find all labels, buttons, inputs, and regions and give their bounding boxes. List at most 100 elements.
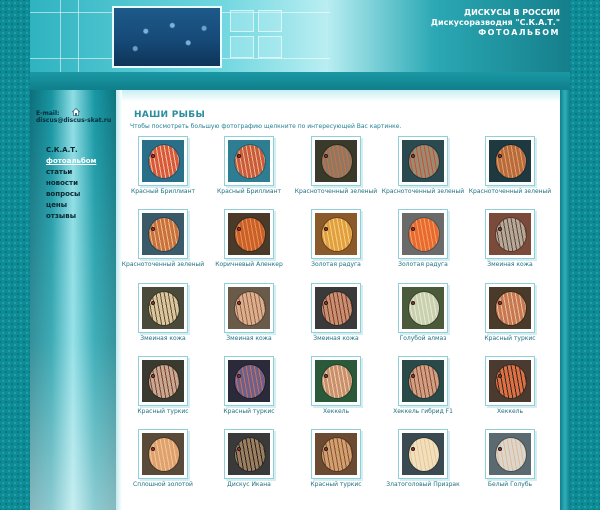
fish-eye [237,154,241,158]
fish-thumbnail[interactable] [398,209,448,259]
fish-photo [228,287,270,329]
fish-caption: Хеккель [496,408,524,415]
fish-caption: Хеккель гибрид F1 [393,408,453,415]
fish-card: Красноточенный зеленый [116,209,204,284]
fish-eye [498,301,502,305]
fish-card: Змеиная кожа [202,283,288,358]
fish-card: Красный туркис [289,429,375,504]
fish-card: Хеккель [289,356,375,431]
fish-caption: Красный Бриллиант [217,188,281,195]
fish-photo [489,360,531,402]
fish-body [409,292,439,325]
fish-eye [151,447,155,451]
fish-thumbnail[interactable] [311,356,361,406]
nav-item[interactable]: вопросы [46,189,96,200]
fish-body [149,292,179,325]
home-icon[interactable] [72,108,80,116]
fish-thumbnail[interactable] [224,429,274,479]
fish-card: Красный Бриллиант [202,136,288,211]
fish-photo [142,360,184,402]
fish-card: Коричневый Аленкер [202,209,288,284]
fish-caption: Белый Голубь [487,481,533,488]
fish-photo [142,287,184,329]
fish-card: Хеккель [463,356,549,431]
fish-body [496,438,526,471]
nav-item[interactable]: статьи [46,167,96,178]
fish-card: Красноточенный зеленый [289,136,377,211]
fish-thumbnail[interactable] [311,283,361,333]
fish-caption: Златоголовый Призрак [386,481,460,488]
fish-photo [489,287,531,329]
fish-eye [411,227,415,231]
fish-body [149,218,179,251]
fish-thumbnail[interactable] [138,429,188,479]
right-edge-strip [560,90,570,510]
fish-body [235,365,265,398]
fish-eye [498,447,502,451]
fish-body [149,438,179,471]
fish-thumbnail[interactable] [485,209,535,259]
fish-thumbnail[interactable] [485,429,535,479]
fish-thumbnail[interactable] [138,356,188,406]
fish-card: Красный туркис [463,283,549,358]
fish-caption: Змеиная кожа [226,335,272,342]
fish-card: Красный Бриллиант [116,136,202,211]
fish-card: Красноточенный зеленый [463,136,551,211]
fish-thumbnail[interactable] [311,209,361,259]
main-content: НАШИ РЫБЫ Чтобы посмотреть большую фотог… [116,90,560,510]
nav-item[interactable]: С.К.А.Т. [46,145,96,156]
fish-thumbnail[interactable] [224,356,274,406]
fish-photo [402,433,444,475]
fish-thumbnail[interactable] [224,136,274,186]
nav-item[interactable]: фотоальбом [46,156,96,167]
fish-eye [411,374,415,378]
fish-thumbnail[interactable] [138,136,188,186]
fish-eye [151,154,155,158]
fish-thumbnail[interactable] [311,429,361,479]
fish-body [322,292,352,325]
fish-eye [498,374,502,378]
fish-thumbnail[interactable] [398,429,448,479]
fish-thumbnail[interactable] [138,209,188,259]
fish-thumbnail[interactable] [485,283,535,333]
fish-thumbnail[interactable] [138,283,188,333]
header-decoration [258,10,282,32]
fish-body [149,365,179,398]
fish-body [149,145,179,178]
fish-caption: Красноточенный зеленый [468,188,552,195]
fish-card: Красный туркис [116,356,202,431]
nav-item[interactable]: отзывы [46,211,96,222]
fish-photo [315,140,357,182]
sidebar-nav: С.К.А.Т. фотоальбом статьи новости вопросы це… [46,145,96,222]
fish-eye [324,301,328,305]
fish-thumbnail[interactable] [485,356,535,406]
fish-thumbnail[interactable] [485,136,535,186]
fish-gallery: Красный Бриллиант Красный Бриллиант Красно… [116,90,560,510]
fish-thumbnail[interactable] [398,283,448,333]
fish-body [235,218,265,251]
fish-card: Белый Голубь [463,429,549,504]
fish-thumbnail[interactable] [224,209,274,259]
header-decoration [230,36,254,58]
fish-body [322,438,352,471]
fish-card: Красноточенный зеленый [376,136,464,211]
email-link[interactable]: discus@discus-skat.ru [36,117,111,124]
fish-eye [151,227,155,231]
header-line-country: ДИСКУСЫ В РОССИИ [463,8,560,17]
nav-item[interactable]: цены [46,200,96,211]
fish-photo [142,433,184,475]
fish-thumbnail[interactable] [311,136,361,186]
fish-photo [315,360,357,402]
fish-photo [489,213,531,255]
fish-caption: Змеиная кожа [140,335,186,342]
fish-photo [142,140,184,182]
fish-caption: Красный туркис [484,335,536,342]
fish-thumbnail[interactable] [224,283,274,333]
fish-photo [489,433,531,475]
nav-item[interactable]: новости [46,178,96,189]
fish-card: Змеиная кожа [116,283,202,358]
fish-body [235,292,265,325]
fish-caption: Красный Бриллиант [131,188,195,195]
fish-thumbnail[interactable] [398,356,448,406]
fish-thumbnail[interactable] [398,136,448,186]
